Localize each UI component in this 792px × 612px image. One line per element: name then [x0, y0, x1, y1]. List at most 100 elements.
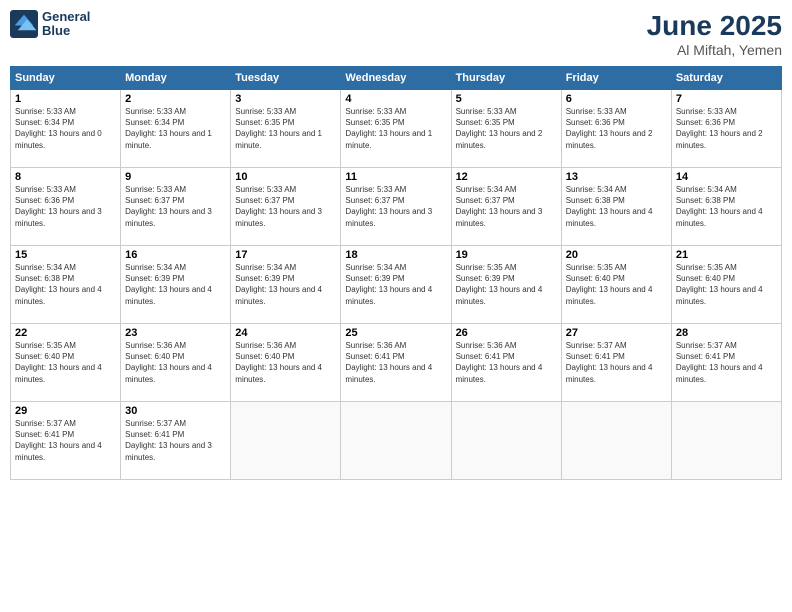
calendar-cell: 19 Sunrise: 5:35 AMSunset: 6:39 PMDaylig…: [451, 246, 561, 324]
day-info: Sunrise: 5:34 AMSunset: 6:39 PMDaylight:…: [345, 263, 432, 306]
calendar-week-row: 22 Sunrise: 5:35 AMSunset: 6:40 PMDaylig…: [11, 324, 782, 402]
day-info: Sunrise: 5:33 AMSunset: 6:35 PMDaylight:…: [456, 107, 543, 150]
calendar-week-row: 15 Sunrise: 5:34 AMSunset: 6:38 PMDaylig…: [11, 246, 782, 324]
calendar-cell: 14 Sunrise: 5:34 AMSunset: 6:38 PMDaylig…: [671, 168, 781, 246]
logo-line2: Blue: [42, 24, 90, 38]
day-info: Sunrise: 5:33 AMSunset: 6:35 PMDaylight:…: [235, 107, 322, 150]
calendar-cell: 21 Sunrise: 5:35 AMSunset: 6:40 PMDaylig…: [671, 246, 781, 324]
weekday-header: Monday: [121, 67, 231, 90]
day-number: 23: [125, 327, 226, 339]
calendar-cell: [671, 402, 781, 480]
day-number: 26: [456, 327, 557, 339]
logo-line1: General: [42, 10, 90, 24]
month-title: June 2025: [647, 10, 782, 42]
day-info: Sunrise: 5:33 AMSunset: 6:37 PMDaylight:…: [345, 185, 432, 228]
day-number: 10: [235, 171, 336, 183]
calendar-cell: 13 Sunrise: 5:34 AMSunset: 6:38 PMDaylig…: [561, 168, 671, 246]
calendar-cell: 22 Sunrise: 5:35 AMSunset: 6:40 PMDaylig…: [11, 324, 121, 402]
calendar-cell: 12 Sunrise: 5:34 AMSunset: 6:37 PMDaylig…: [451, 168, 561, 246]
day-number: 19: [456, 249, 557, 261]
calendar-cell: 15 Sunrise: 5:34 AMSunset: 6:38 PMDaylig…: [11, 246, 121, 324]
day-number: 30: [125, 405, 226, 417]
day-number: 17: [235, 249, 336, 261]
day-info: Sunrise: 5:33 AMSunset: 6:37 PMDaylight:…: [125, 185, 212, 228]
day-number: 13: [566, 171, 667, 183]
day-number: 9: [125, 171, 226, 183]
day-info: Sunrise: 5:34 AMSunset: 6:39 PMDaylight:…: [235, 263, 322, 306]
location-title: Al Miftah, Yemen: [647, 42, 782, 58]
day-info: Sunrise: 5:34 AMSunset: 6:38 PMDaylight:…: [15, 263, 102, 306]
calendar-cell: 28 Sunrise: 5:37 AMSunset: 6:41 PMDaylig…: [671, 324, 781, 402]
day-info: Sunrise: 5:35 AMSunset: 6:40 PMDaylight:…: [15, 341, 102, 384]
logo-icon: [10, 10, 38, 38]
weekday-header: Saturday: [671, 67, 781, 90]
day-number: 20: [566, 249, 667, 261]
calendar-cell: 27 Sunrise: 5:37 AMSunset: 6:41 PMDaylig…: [561, 324, 671, 402]
day-number: 21: [676, 249, 777, 261]
calendar-cell: 10 Sunrise: 5:33 AMSunset: 6:37 PMDaylig…: [231, 168, 341, 246]
day-number: 2: [125, 93, 226, 105]
day-info: Sunrise: 5:37 AMSunset: 6:41 PMDaylight:…: [15, 419, 102, 462]
calendar-cell: 1 Sunrise: 5:33 AMSunset: 6:34 PMDayligh…: [11, 90, 121, 168]
day-info: Sunrise: 5:35 AMSunset: 6:40 PMDaylight:…: [676, 263, 763, 306]
weekday-header: Friday: [561, 67, 671, 90]
day-number: 3: [235, 93, 336, 105]
day-info: Sunrise: 5:33 AMSunset: 6:35 PMDaylight:…: [345, 107, 432, 150]
calendar-cell: 23 Sunrise: 5:36 AMSunset: 6:40 PMDaylig…: [121, 324, 231, 402]
day-info: Sunrise: 5:34 AMSunset: 6:38 PMDaylight:…: [566, 185, 653, 228]
day-info: Sunrise: 5:36 AMSunset: 6:41 PMDaylight:…: [456, 341, 543, 384]
day-number: 22: [15, 327, 116, 339]
calendar-cell: 26 Sunrise: 5:36 AMSunset: 6:41 PMDaylig…: [451, 324, 561, 402]
day-info: Sunrise: 5:37 AMSunset: 6:41 PMDaylight:…: [125, 419, 212, 462]
calendar-cell: 4 Sunrise: 5:33 AMSunset: 6:35 PMDayligh…: [341, 90, 451, 168]
calendar-cell: 24 Sunrise: 5:36 AMSunset: 6:40 PMDaylig…: [231, 324, 341, 402]
calendar-header-row: SundayMondayTuesdayWednesdayThursdayFrid…: [11, 67, 782, 90]
weekday-header: Thursday: [451, 67, 561, 90]
weekday-header: Wednesday: [341, 67, 451, 90]
calendar-cell: 25 Sunrise: 5:36 AMSunset: 6:41 PMDaylig…: [341, 324, 451, 402]
day-info: Sunrise: 5:34 AMSunset: 6:37 PMDaylight:…: [456, 185, 543, 228]
day-info: Sunrise: 5:33 AMSunset: 6:36 PMDaylight:…: [566, 107, 653, 150]
day-number: 25: [345, 327, 446, 339]
calendar-cell: 5 Sunrise: 5:33 AMSunset: 6:35 PMDayligh…: [451, 90, 561, 168]
day-info: Sunrise: 5:37 AMSunset: 6:41 PMDaylight:…: [676, 341, 763, 384]
day-number: 29: [15, 405, 116, 417]
day-info: Sunrise: 5:36 AMSunset: 6:41 PMDaylight:…: [345, 341, 432, 384]
calendar-cell: 3 Sunrise: 5:33 AMSunset: 6:35 PMDayligh…: [231, 90, 341, 168]
day-info: Sunrise: 5:34 AMSunset: 6:38 PMDaylight:…: [676, 185, 763, 228]
day-info: Sunrise: 5:33 AMSunset: 6:34 PMDaylight:…: [125, 107, 212, 150]
calendar-cell: [561, 402, 671, 480]
day-info: Sunrise: 5:37 AMSunset: 6:41 PMDaylight:…: [566, 341, 653, 384]
calendar-cell: 2 Sunrise: 5:33 AMSunset: 6:34 PMDayligh…: [121, 90, 231, 168]
day-number: 12: [456, 171, 557, 183]
day-number: 14: [676, 171, 777, 183]
day-number: 24: [235, 327, 336, 339]
day-number: 15: [15, 249, 116, 261]
calendar-cell: 6 Sunrise: 5:33 AMSunset: 6:36 PMDayligh…: [561, 90, 671, 168]
weekday-header: Tuesday: [231, 67, 341, 90]
calendar-cell: 17 Sunrise: 5:34 AMSunset: 6:39 PMDaylig…: [231, 246, 341, 324]
calendar-cell: 16 Sunrise: 5:34 AMSunset: 6:39 PMDaylig…: [121, 246, 231, 324]
day-number: 1: [15, 93, 116, 105]
calendar-cell: [231, 402, 341, 480]
calendar-cell: 29 Sunrise: 5:37 AMSunset: 6:41 PMDaylig…: [11, 402, 121, 480]
day-number: 5: [456, 93, 557, 105]
day-number: 6: [566, 93, 667, 105]
day-number: 16: [125, 249, 226, 261]
day-info: Sunrise: 5:35 AMSunset: 6:39 PMDaylight:…: [456, 263, 543, 306]
day-info: Sunrise: 5:36 AMSunset: 6:40 PMDaylight:…: [235, 341, 322, 384]
calendar-cell: 30 Sunrise: 5:37 AMSunset: 6:41 PMDaylig…: [121, 402, 231, 480]
calendar-cell: 11 Sunrise: 5:33 AMSunset: 6:37 PMDaylig…: [341, 168, 451, 246]
day-number: 11: [345, 171, 446, 183]
day-info: Sunrise: 5:36 AMSunset: 6:40 PMDaylight:…: [125, 341, 212, 384]
calendar-body: 1 Sunrise: 5:33 AMSunset: 6:34 PMDayligh…: [11, 90, 782, 480]
day-number: 27: [566, 327, 667, 339]
day-info: Sunrise: 5:33 AMSunset: 6:34 PMDaylight:…: [15, 107, 102, 150]
day-number: 8: [15, 171, 116, 183]
day-info: Sunrise: 5:33 AMSunset: 6:36 PMDaylight:…: [676, 107, 763, 150]
calendar-week-row: 29 Sunrise: 5:37 AMSunset: 6:41 PMDaylig…: [11, 402, 782, 480]
weekday-header: Sunday: [11, 67, 121, 90]
day-info: Sunrise: 5:34 AMSunset: 6:39 PMDaylight:…: [125, 263, 212, 306]
calendar-cell: [451, 402, 561, 480]
day-info: Sunrise: 5:33 AMSunset: 6:37 PMDaylight:…: [235, 185, 322, 228]
